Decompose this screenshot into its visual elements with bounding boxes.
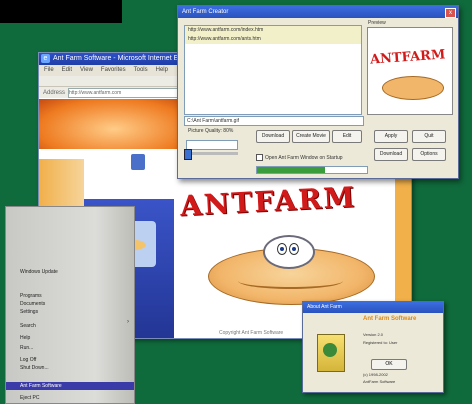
cartoon-headline: ANTFARM <box>179 180 358 223</box>
menu-item-programs[interactable]: Programs <box>20 293 42 299</box>
menu-item-highlighted-label: Ant Farm Software <box>20 383 62 389</box>
about-version: Version 2.0 <box>363 332 384 337</box>
progress-bar <box>256 166 368 174</box>
download-button-2[interactable]: Download <box>374 148 408 161</box>
edit-button[interactable]: Edit <box>332 130 362 143</box>
menu-file[interactable]: File <box>44 65 54 76</box>
about-company: AntFarm Software <box>363 379 396 384</box>
preview-plate <box>382 76 444 100</box>
menu-favorites[interactable]: Favorites <box>101 65 126 76</box>
startup-checkbox[interactable]: Open Ant Farm Window on Startup <box>256 154 343 161</box>
menu-view[interactable]: View <box>80 65 93 76</box>
ie-icon: e <box>41 54 50 63</box>
file-path-field[interactable]: C:\Ant Farm\antfarm.gif <box>184 116 364 126</box>
menu-item-eject[interactable]: Eject PC <box>20 395 39 401</box>
close-icon[interactable]: x <box>445 8 456 18</box>
menu-item-documents[interactable]: Documents <box>20 301 45 307</box>
address-input[interactable]: http://www.antfarm.com <box>68 87 181 98</box>
about-registered: Registered to: User <box>363 340 398 345</box>
menu-item-settings[interactable]: Settings <box>20 309 38 315</box>
ok-button[interactable]: OK <box>371 359 407 370</box>
create-movie-button[interactable]: Create Movie <box>292 130 330 143</box>
list-item[interactable]: http://www.antfarm.com/ants.htm <box>185 35 361 44</box>
submenu-arrow-icon: › <box>127 319 129 325</box>
about-copyright: (c) 1998-2002 <box>363 372 388 377</box>
menu-help[interactable]: Help <box>156 65 168 76</box>
about-dialog: About Ant Farm Ant Farm Software Version… <box>302 301 444 393</box>
list-item[interactable]: http://www.antfarm.com/index.htm <box>185 26 361 35</box>
menu-edit[interactable]: Edit <box>62 65 72 76</box>
menu-item-help[interactable]: Help <box>20 335 30 341</box>
progress-fill <box>257 167 326 173</box>
menu-item-windows-update[interactable]: Windows Update <box>20 269 58 275</box>
size-input[interactable] <box>186 140 238 150</box>
preview-pane: ANTFARM <box>367 27 453 115</box>
options-button[interactable]: Options <box>412 148 446 161</box>
about-title[interactable]: About Ant Farm <box>303 302 443 313</box>
url-list[interactable]: http://www.antfarm.com/index.htm http://… <box>184 25 362 115</box>
page-header-art <box>39 99 189 149</box>
address-label: Address <box>43 89 66 96</box>
preview-label: Preview <box>368 20 386 26</box>
dialog-title[interactable]: Ant Farm Creator <box>178 6 458 18</box>
menu-item-run[interactable]: Run... <box>20 345 33 351</box>
apply-button[interactable]: Apply <box>374 130 408 143</box>
menu-tools[interactable]: Tools <box>134 65 148 76</box>
black-bar <box>0 0 122 23</box>
list-item[interactable] <box>185 44 361 53</box>
page-logo-icon <box>131 154 145 170</box>
download-button[interactable]: Download <box>256 130 290 143</box>
plate-rim <box>238 273 343 289</box>
about-header: Ant Farm Software <box>363 316 417 322</box>
start-menu: Windows Update Programs Documents Settin… <box>5 206 135 404</box>
menu-item-search[interactable]: Search <box>20 323 36 329</box>
product-box-icon <box>317 334 345 372</box>
menu-item-logoff[interactable]: Log Off <box>20 357 36 363</box>
bug-character-icon <box>263 235 315 269</box>
creator-dialog: Ant Farm Creator x http://www.antfarm.co… <box>177 5 459 179</box>
quality-info: Picture Quality: 80% <box>188 128 234 134</box>
quality-slider[interactable] <box>186 152 238 155</box>
menu-item-shutdown[interactable]: Shut Down... <box>20 365 49 371</box>
slider-handle[interactable] <box>184 149 192 160</box>
preview-headline: ANTFARM <box>369 47 446 68</box>
quit-button[interactable]: Quit <box>412 130 446 143</box>
